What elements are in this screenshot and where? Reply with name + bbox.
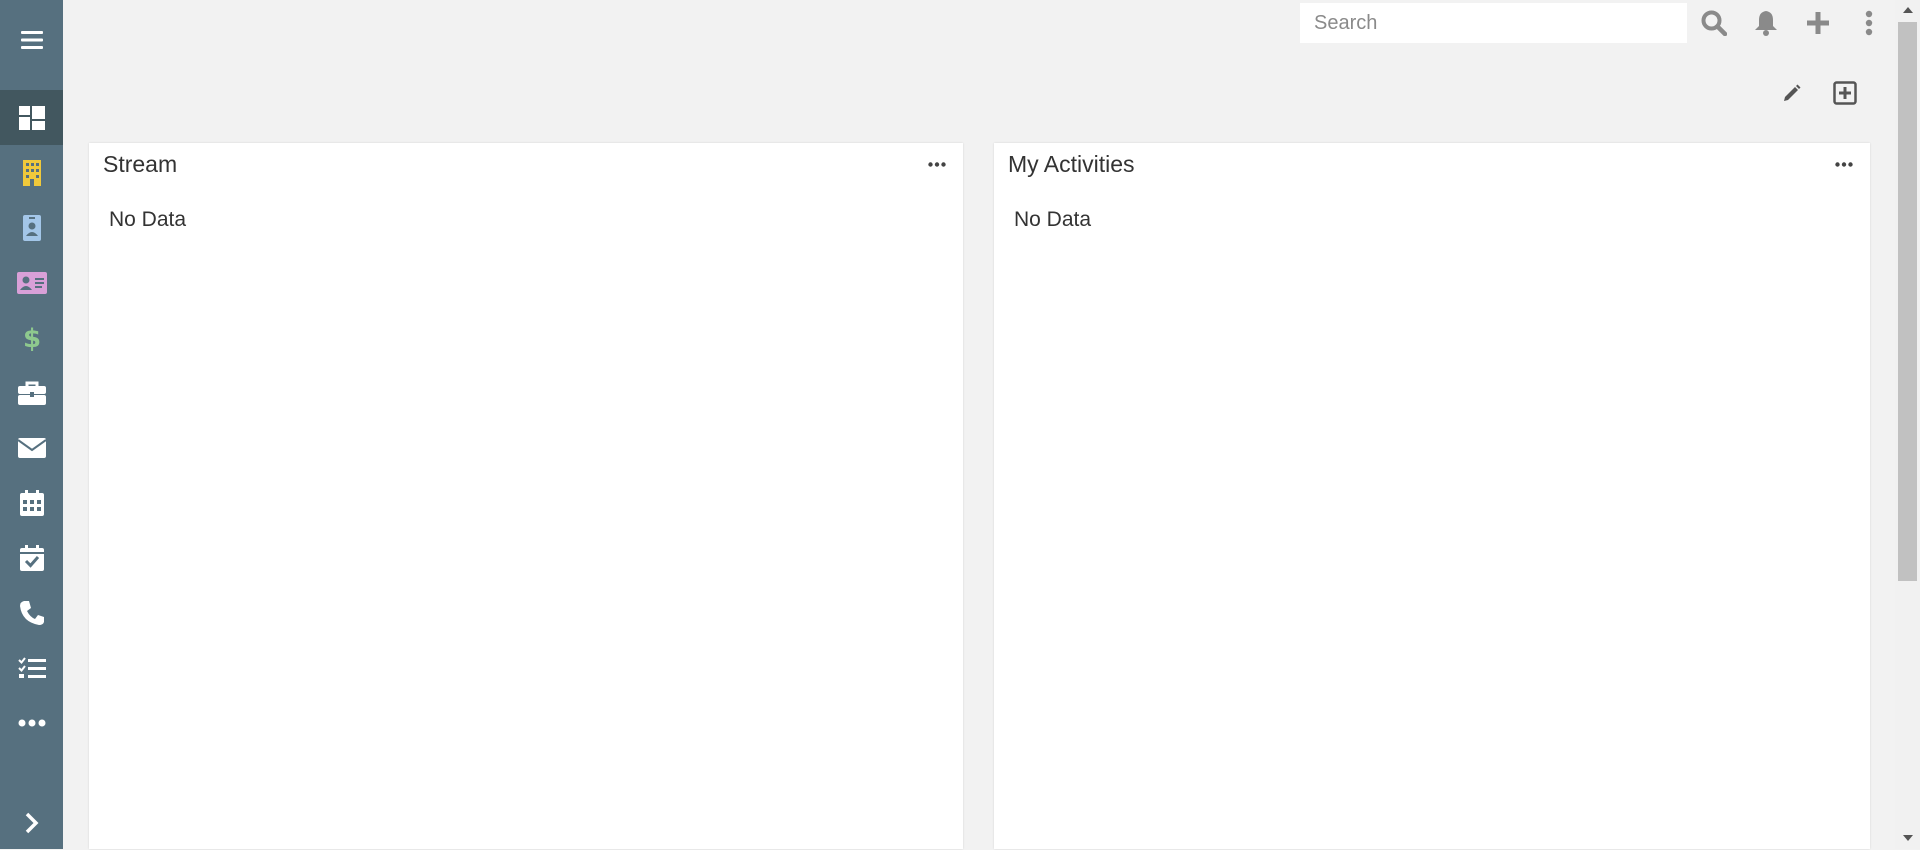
sidebar-item-calls[interactable] bbox=[0, 585, 63, 640]
chevron-right-icon bbox=[25, 812, 38, 833]
plus-icon bbox=[1807, 12, 1829, 34]
sidebar-item-meetings[interactable] bbox=[0, 530, 63, 585]
id-card-icon bbox=[16, 271, 47, 294]
sidebar-expand[interactable] bbox=[0, 795, 63, 850]
plus-square-icon bbox=[1833, 81, 1857, 105]
panel-menu-button[interactable] bbox=[925, 154, 949, 174]
panel-title: My Activities bbox=[1008, 151, 1135, 177]
more-icon bbox=[18, 719, 45, 726]
triangle-up-icon bbox=[1902, 7, 1913, 13]
contact-badge-icon bbox=[22, 214, 41, 241]
phone-icon bbox=[19, 600, 44, 625]
calendar-icon bbox=[19, 489, 44, 516]
sidebar: $ bbox=[0, 0, 63, 849]
empty-message: No Data bbox=[1014, 208, 1092, 231]
scrollbar-thumb[interactable] bbox=[1898, 22, 1917, 581]
search-icon bbox=[1701, 10, 1727, 36]
sidebar-item-email[interactable] bbox=[0, 420, 63, 475]
bell-icon bbox=[1755, 11, 1777, 36]
building-icon bbox=[22, 159, 41, 186]
calendar-check-icon bbox=[19, 544, 44, 571]
more-icon bbox=[1835, 161, 1853, 167]
svg-text:$: $ bbox=[23, 324, 41, 352]
my-activities-panel: My Activities No Data bbox=[994, 143, 1870, 849]
empty-message: No Data bbox=[109, 208, 187, 231]
search-input[interactable] bbox=[1300, 3, 1687, 43]
menu-button[interactable] bbox=[1852, 6, 1886, 40]
sidebar-item-accounts[interactable] bbox=[0, 145, 63, 200]
panel-title: Stream bbox=[103, 151, 178, 177]
quick-create-button[interactable] bbox=[1801, 6, 1835, 40]
dashboard-icon bbox=[18, 105, 45, 130]
edit-dashboard-button[interactable] bbox=[1775, 76, 1809, 110]
sidebar-item-cases[interactable] bbox=[0, 365, 63, 420]
briefcase-icon bbox=[17, 381, 46, 405]
sidebar-item-contacts[interactable] bbox=[0, 200, 63, 255]
scroll-down-button[interactable] bbox=[1898, 830, 1917, 846]
dollar-icon: $ bbox=[23, 324, 41, 352]
add-dashlet-button[interactable] bbox=[1828, 76, 1862, 110]
sidebar-item-leads[interactable] bbox=[0, 255, 63, 310]
sidebar-item-tasks[interactable] bbox=[0, 640, 63, 695]
sidebar-item-opportunities[interactable]: $ bbox=[0, 310, 63, 365]
stream-panel: Stream No Data bbox=[89, 143, 963, 849]
notifications-button[interactable] bbox=[1749, 6, 1783, 40]
sidebar-item-calendar[interactable] bbox=[0, 475, 63, 530]
tasks-icon bbox=[17, 656, 46, 678]
envelope-icon bbox=[17, 437, 46, 458]
sidebar-toggle[interactable] bbox=[0, 12, 63, 67]
sidebar-more[interactable] bbox=[0, 695, 63, 750]
pencil-icon bbox=[1784, 84, 1801, 101]
hamburger-icon bbox=[20, 30, 43, 49]
panel-menu-button[interactable] bbox=[1832, 154, 1856, 174]
search-button[interactable] bbox=[1697, 6, 1731, 40]
vertical-dots-icon bbox=[1865, 10, 1873, 36]
more-icon bbox=[928, 161, 946, 167]
sidebar-item-dashboard[interactable] bbox=[0, 90, 63, 145]
triangle-down-icon bbox=[1902, 835, 1913, 841]
scroll-up-button[interactable] bbox=[1898, 2, 1917, 18]
